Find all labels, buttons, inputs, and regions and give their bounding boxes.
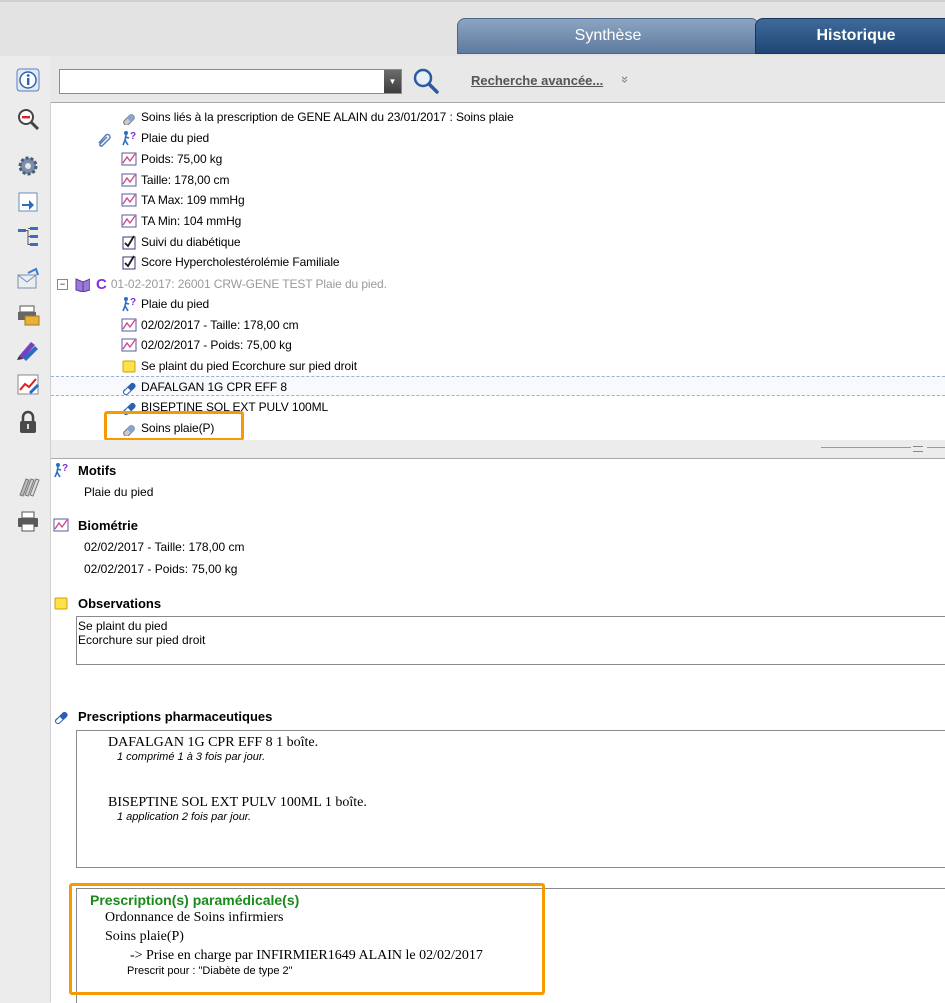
note-icon xyxy=(53,595,69,611)
folder-print-icon[interactable] xyxy=(14,302,42,328)
tree-item[interactable]: Score Hypercholestérolémie Familiale xyxy=(121,252,340,272)
tree-item-label: Poids: 75,00 kg xyxy=(141,152,223,166)
chart-icon xyxy=(121,192,137,208)
tree-item-label: Soins liés à la prescription de GENE ALA… xyxy=(141,110,514,124)
import-icon[interactable] xyxy=(14,189,42,215)
svg-text:?: ? xyxy=(130,297,136,308)
advanced-search-chevron-icon[interactable]: » xyxy=(618,76,633,83)
highlight-soins-plaie xyxy=(104,411,244,441)
tree-item[interactable]: Soins liés à la prescription de GENE ALA… xyxy=(121,107,514,127)
tree-item-label: 02/02/2017 - Poids: 75,00 kg xyxy=(141,338,292,352)
consultation-type-letter: C xyxy=(96,275,107,293)
search-combobox[interactable]: ▼ xyxy=(59,69,402,94)
tree-item-label: TA Min: 104 mmHg xyxy=(141,214,242,228)
checklist-icon xyxy=(121,234,137,250)
chart-icon xyxy=(121,172,137,188)
prescription-name: DAFALGAN 1G CPR EFF 8 1 boîte. xyxy=(108,735,319,750)
tree-item[interactable]: DAFALGAN 1G CPR EFF 8 xyxy=(121,377,287,397)
printer-icon[interactable] xyxy=(14,508,42,534)
stacked-papers-icon[interactable] xyxy=(14,474,42,500)
section-title-observations: Observations xyxy=(78,596,162,611)
biometrie-line: 02/02/2017 - Poids: 75,00 kg xyxy=(84,562,238,576)
search-row: ▼ Recherche avancée... » xyxy=(50,56,945,102)
prescription-dosage: 1 application 2 fois par jour. xyxy=(117,811,252,823)
chart-icon xyxy=(121,337,137,353)
walking-question-icon: ? xyxy=(53,462,69,478)
tree-item[interactable]: 02/02/2017 - Taille: 178,00 cm xyxy=(121,315,299,335)
dropdown-arrow-icon[interactable]: ▼ xyxy=(384,70,401,93)
highlight-paramedical xyxy=(69,883,545,995)
collapse-toggle-icon[interactable]: − xyxy=(57,278,68,290)
tree-item[interactable]: ? Plaie du pied xyxy=(121,294,209,314)
note-icon xyxy=(121,358,137,374)
chart-icon xyxy=(121,151,137,167)
tree-item[interactable]: Suivi du diabétique xyxy=(121,232,241,252)
tab-historique[interactable]: Historique xyxy=(755,18,945,54)
pill-icon xyxy=(121,379,137,395)
pill-capsule-icon xyxy=(121,109,137,125)
tree-item-label: 02/02/2017 - Taille: 178,00 cm xyxy=(141,318,299,332)
tree-item-label: Suivi du diabétique xyxy=(141,235,241,249)
checklist-icon xyxy=(121,254,137,270)
grip-icon[interactable] xyxy=(913,446,923,452)
tree-item[interactable]: TA Min: 104 mmHg xyxy=(121,211,241,231)
detail-panel: ? Motifs Plaie du pied Biométrie 02/02/2… xyxy=(51,458,945,1003)
tree-item-label: DAFALGAN 1G CPR EFF 8 xyxy=(141,380,287,394)
consultation-book-icon xyxy=(74,276,90,292)
walking-question-icon: ? xyxy=(121,130,137,146)
prescription-dosage: 1 comprimé 1 à 3 fois par jour. xyxy=(117,751,266,763)
chart-edit-icon[interactable] xyxy=(14,371,42,397)
tree-item[interactable]: Se plaint du pied Ecorchure sur pied dro… xyxy=(121,356,357,376)
consultation-label: 01-02-2017: 26001 CRW-GENE TEST Plaie du… xyxy=(110,277,387,291)
tree-item[interactable]: Poids: 75,00 kg xyxy=(121,149,222,169)
pens-icon[interactable] xyxy=(14,337,42,363)
svg-text:?: ? xyxy=(62,463,68,474)
tree-item-label: Score Hypercholestérolémie Familiale xyxy=(141,255,340,269)
advanced-search-link[interactable]: Recherche avancée... xyxy=(471,73,603,88)
hierarchy-icon[interactable] xyxy=(14,223,42,249)
tree-item-label: Plaie du pied xyxy=(141,131,210,145)
splitter-line xyxy=(821,447,911,448)
panel-splitter[interactable] xyxy=(51,440,945,458)
observation-line: Ecorchure sur pied droit xyxy=(78,633,206,647)
tree-item-label: TA Max: 109 mmHg xyxy=(141,193,245,207)
section-title-motifs: Motifs xyxy=(78,463,117,478)
paperclip-icon[interactable] xyxy=(95,131,111,150)
info-icon[interactable] xyxy=(14,67,42,93)
motif-text: Plaie du pied xyxy=(84,485,154,499)
section-title-prescriptions: Prescriptions pharmaceutiques xyxy=(78,709,273,724)
svg-text:?: ? xyxy=(130,131,136,142)
observation-line: Se plaint du pied xyxy=(78,619,168,633)
zoom-out-icon[interactable] xyxy=(14,106,42,132)
chart-icon xyxy=(53,517,69,533)
walking-question-icon: ? xyxy=(121,296,137,312)
tree-item-label: Se plaint du pied Ecorchure sur pied dro… xyxy=(141,359,357,373)
consultation-node[interactable]: − C 01-02-2017: 26001 CRW-GENE TEST Plai… xyxy=(57,274,387,294)
tree-item[interactable]: Taille: 178,00 cm xyxy=(121,170,229,190)
top-bar: Synthèse Historique xyxy=(0,0,945,58)
tab-synthese[interactable]: Synthèse xyxy=(457,18,759,54)
tree-item-label: Taille: 178,00 cm xyxy=(141,173,230,187)
tree-item[interactable]: TA Max: 109 mmHg xyxy=(121,190,245,210)
chart-icon xyxy=(121,317,137,333)
observations-box[interactable]: Se plaint du pied Ecorchure sur pied dro… xyxy=(76,616,945,665)
biometrie-line: 02/02/2017 - Taille: 178,00 cm xyxy=(84,540,245,554)
lock-icon[interactable] xyxy=(14,409,42,435)
splitter-line xyxy=(927,447,945,448)
tree-item-label: Plaie du pied xyxy=(141,297,210,311)
prescriptions-box[interactable]: DAFALGAN 1G CPR EFF 8 1 boîte. 1 comprim… xyxy=(76,730,945,868)
tree-item[interactable]: ? Plaie du pied xyxy=(121,128,209,148)
gear-icon[interactable] xyxy=(14,153,42,179)
left-toolbar xyxy=(0,56,51,1002)
history-tree: Soins liés à la prescription de GENE ALA… xyxy=(51,102,945,442)
send-mail-icon[interactable] xyxy=(14,266,42,292)
pill-icon xyxy=(53,708,69,724)
prescription-name: BISEPTINE SOL EXT PULV 100ML 1 boîte. xyxy=(108,795,367,810)
tree-item[interactable]: 02/02/2017 - Poids: 75,00 kg xyxy=(121,335,292,355)
section-title-biometrie: Biométrie xyxy=(78,518,138,533)
chart-icon xyxy=(121,213,137,229)
search-icon[interactable] xyxy=(412,67,440,98)
